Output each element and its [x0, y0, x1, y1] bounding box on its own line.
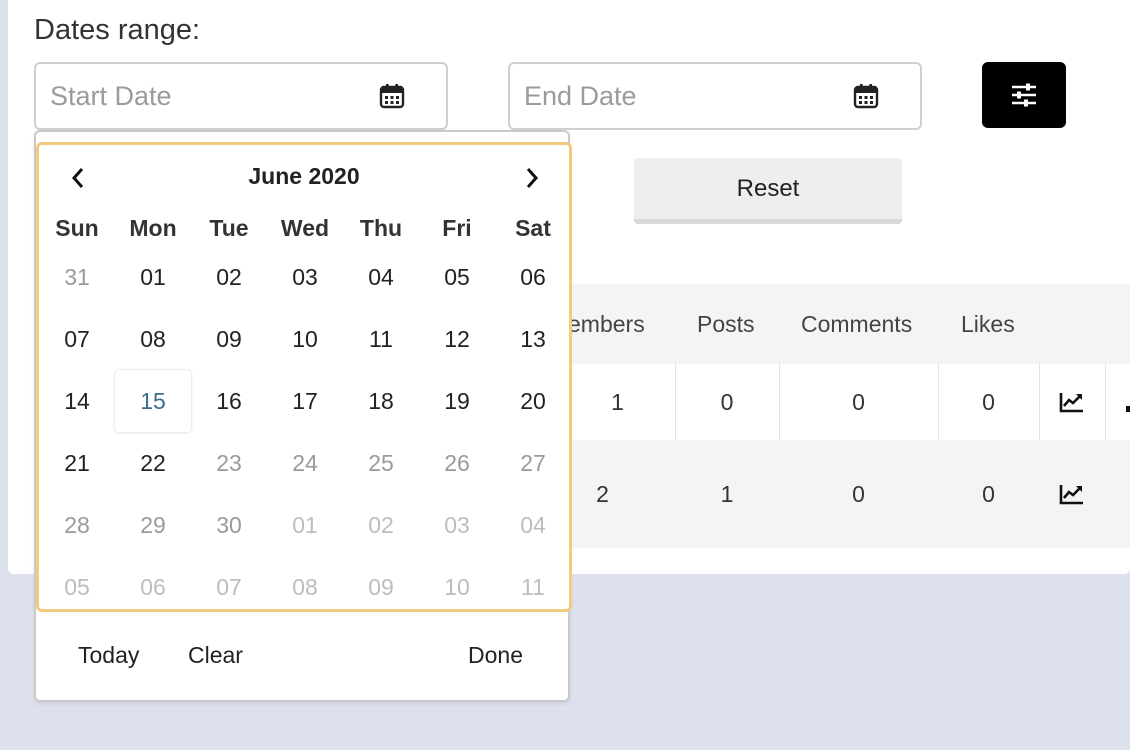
- datepicker-month-view: June 2020 Sun Mon Tue Wed Thu Fri Sat 31…: [36, 142, 572, 612]
- cell-comments: 0: [852, 480, 865, 507]
- dates-range-label: Dates range:: [34, 14, 201, 46]
- table-header: embers Posts Comments Likes: [560, 284, 1130, 364]
- cell-members: 2: [596, 480, 609, 507]
- calendar-day[interactable]: 24: [267, 432, 343, 494]
- sliders-icon: [1012, 83, 1036, 107]
- calendar-day[interactable]: 16: [191, 370, 267, 432]
- calendar-day[interactable]: 04: [495, 494, 571, 556]
- header-members[interactable]: embers: [568, 311, 645, 338]
- calendar-day[interactable]: 06: [115, 556, 191, 618]
- header-likes[interactable]: Likes: [961, 311, 1015, 338]
- cell-comments: 0: [852, 388, 865, 415]
- start-date-placeholder: Start Date: [50, 80, 172, 111]
- calendar-day[interactable]: 21: [39, 432, 115, 494]
- header-posts[interactable]: Posts: [697, 311, 755, 338]
- calendar-day[interactable]: 22: [115, 432, 191, 494]
- trend-chart-icon[interactable]: [1039, 364, 1105, 440]
- header-comments[interactable]: Comments: [801, 311, 912, 338]
- start-date-input[interactable]: Start Date: [34, 62, 448, 130]
- calendar-day[interactable]: 08: [115, 308, 191, 370]
- calendar-icon[interactable]: [378, 82, 406, 110]
- calendar-day[interactable]: 20: [495, 370, 571, 432]
- end-date-input[interactable]: End Date: [508, 62, 922, 130]
- calendar-day[interactable]: 23: [191, 432, 267, 494]
- calendar-day[interactable]: 29: [115, 494, 191, 556]
- weekday-label: Mon: [129, 215, 177, 241]
- calendar-day[interactable]: 09: [191, 308, 267, 370]
- weekday-label: Sun: [55, 215, 99, 241]
- calendar-day[interactable]: 12: [419, 308, 495, 370]
- calendar-day[interactable]: 19: [419, 370, 495, 432]
- datepicker-popup: June 2020 Sun Mon Tue Wed Thu Fri Sat 31…: [34, 130, 572, 702]
- table-row: 2 1 0 0: [560, 440, 1130, 548]
- calendar-day[interactable]: 10: [267, 308, 343, 370]
- filter-settings-button[interactable]: [982, 62, 1066, 128]
- calendar-day[interactable]: 07: [191, 556, 267, 618]
- end-date-placeholder: End Date: [524, 80, 637, 111]
- calendar-day[interactable]: 14: [39, 370, 115, 432]
- cell-posts: 0: [720, 388, 734, 415]
- cell-posts: 1: [720, 480, 734, 507]
- cell-members: 1: [611, 388, 624, 415]
- calendar-day[interactable]: 30: [191, 494, 267, 556]
- calendar-day[interactable]: 06: [495, 246, 571, 308]
- stats-table: embers Posts Comments Likes 1 0 0 0 2 1 …: [560, 284, 1130, 548]
- reset-button[interactable]: Reset: [634, 158, 902, 224]
- calendar-day[interactable]: 03: [419, 494, 495, 556]
- cell-likes: 0: [982, 388, 995, 415]
- calendar-day[interactable]: 02: [191, 246, 267, 308]
- calendar-day[interactable]: 10: [419, 556, 495, 618]
- calendar-day[interactable]: 28: [39, 494, 115, 556]
- calendar-day[interactable]: 01: [115, 246, 191, 308]
- calendar-day[interactable]: 04: [343, 246, 419, 308]
- calendar-day[interactable]: 11: [495, 556, 571, 618]
- calendar-day[interactable]: 08: [267, 556, 343, 618]
- calendar-day[interactable]: 17: [267, 370, 343, 432]
- calendar-day[interactable]: 11: [343, 308, 419, 370]
- calendar-day[interactable]: 13: [495, 308, 571, 370]
- calendar-day[interactable]: 03: [267, 246, 343, 308]
- calendar-day[interactable]: 15: [115, 370, 191, 432]
- calendar-day[interactable]: 27: [495, 432, 571, 494]
- calendar-day[interactable]: 05: [419, 246, 495, 308]
- calendar-day[interactable]: 25: [343, 432, 419, 494]
- clear-button[interactable]: Clear: [188, 642, 243, 669]
- calendar-day[interactable]: 18: [343, 370, 419, 432]
- calendar-day[interactable]: 01: [267, 494, 343, 556]
- weekday-label: Sat: [515, 215, 551, 241]
- weekday-label: Wed: [280, 215, 330, 241]
- calendar-icon[interactable]: [852, 82, 880, 110]
- done-button[interactable]: Done: [468, 642, 523, 669]
- table-row: 1 0 0 0: [560, 364, 1130, 440]
- chevron-right-icon[interactable]: [517, 163, 547, 193]
- calendar-day[interactable]: 02: [343, 494, 419, 556]
- today-button[interactable]: Today: [78, 642, 139, 669]
- month-title: June 2020: [248, 163, 360, 189]
- calendar-day[interactable]: 26: [419, 432, 495, 494]
- weekday-label: Thu: [359, 215, 403, 241]
- calendar-day[interactable]: 05: [39, 556, 115, 618]
- calendar-day[interactable]: 31: [39, 246, 115, 308]
- cell-likes: 0: [982, 480, 995, 507]
- calendar-day[interactable]: 09: [343, 556, 419, 618]
- weekday-label: Fri: [442, 215, 472, 241]
- weekday-label: Tue: [209, 215, 249, 241]
- calendar-day[interactable]: 07: [39, 308, 115, 370]
- trend-chart-icon[interactable]: [1039, 440, 1105, 548]
